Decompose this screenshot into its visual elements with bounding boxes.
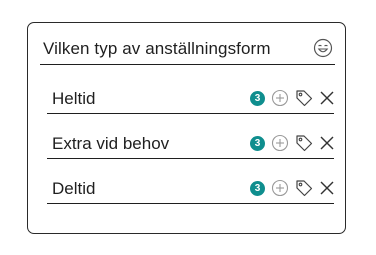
option-row: Extra vid behov 3 <box>47 131 334 159</box>
question-header: Vilken typ av anställningsform <box>40 37 335 65</box>
close-icon[interactable] <box>319 135 335 151</box>
count-badge: 3 <box>250 136 265 151</box>
question-card: Vilken typ av anställningsform Heltid 3 … <box>27 22 346 234</box>
add-circle-icon[interactable] <box>271 134 289 152</box>
close-icon[interactable] <box>319 90 335 106</box>
option-label[interactable]: Heltid <box>52 89 95 109</box>
count-badge: 3 <box>250 181 265 196</box>
option-row: Heltid 3 <box>47 86 334 114</box>
tag-icon[interactable] <box>295 89 313 107</box>
count-badge: 3 <box>250 91 265 106</box>
emoji-icon[interactable] <box>313 38 333 58</box>
tag-icon[interactable] <box>295 134 313 152</box>
add-circle-icon[interactable] <box>271 89 289 107</box>
option-label[interactable]: Deltid <box>52 179 95 199</box>
add-circle-icon[interactable] <box>271 179 289 197</box>
tag-icon[interactable] <box>295 179 313 197</box>
option-label[interactable]: Extra vid behov <box>52 134 169 154</box>
option-row: Deltid 3 <box>47 176 334 204</box>
question-title[interactable]: Vilken typ av anställningsform <box>43 39 271 59</box>
close-icon[interactable] <box>319 180 335 196</box>
